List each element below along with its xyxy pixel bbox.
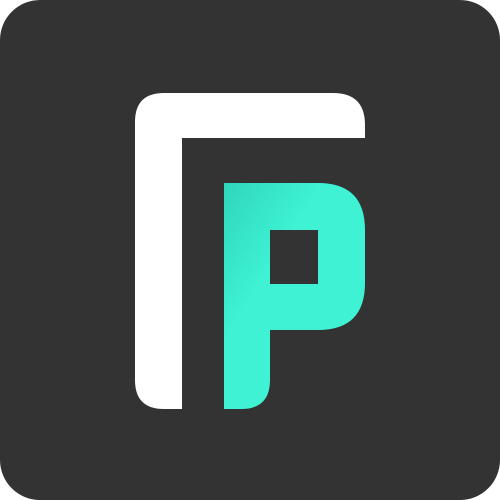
app-icon xyxy=(0,0,500,500)
fp-logo-icon xyxy=(0,0,500,500)
